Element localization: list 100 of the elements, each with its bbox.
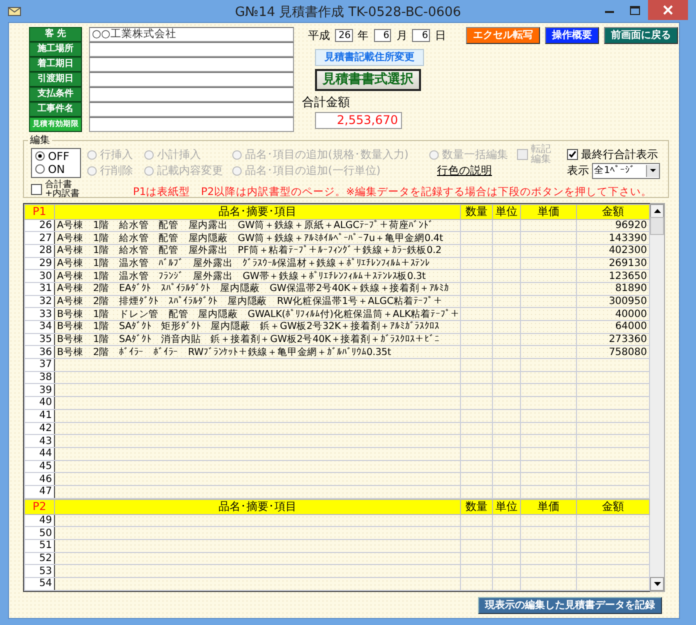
row-number: 34 bbox=[24, 320, 54, 334]
group-title: 編集 bbox=[28, 132, 52, 146]
notice-text: P1は表紙型 P2以降は内訳書型のページ。※編集データを記録する場合は下段のボタンを押して下さい。 bbox=[133, 184, 652, 198]
row-number: 27 bbox=[24, 232, 54, 244]
column-header: 品名･摘要･項目 bbox=[54, 204, 460, 219]
save-record-button[interactable]: 現表示の編集した見積書データを記録 bbox=[478, 596, 662, 614]
input-field[interactable] bbox=[89, 42, 294, 56]
column-header: 単位 bbox=[492, 204, 520, 219]
radio-label: 品名･項目の追加(規格･数量入力) bbox=[245, 147, 409, 162]
radio-label: 行削除 bbox=[100, 163, 133, 178]
row-number: 29 bbox=[24, 257, 54, 270]
row-number: 39 bbox=[24, 384, 54, 397]
table-cell: 143390 bbox=[576, 232, 650, 244]
row-number: 33 bbox=[24, 308, 54, 320]
column-header: 品名･摘要･項目 bbox=[54, 499, 460, 514]
row-number: 51 bbox=[24, 540, 54, 552]
column-header: 金額 bbox=[576, 499, 650, 514]
page-select[interactable]: 全1ﾍﾟｰｼﾞ bbox=[592, 162, 660, 178]
table-cell: 402300 bbox=[576, 244, 650, 258]
close-icon bbox=[663, 5, 673, 15]
total-amount-field: 2,553,670 bbox=[315, 112, 402, 129]
day-field[interactable]: 6 bbox=[412, 29, 430, 42]
checkbox[interactable] bbox=[31, 184, 42, 195]
scrollbar-thumb[interactable] bbox=[650, 216, 664, 234]
row-number: 53 bbox=[24, 564, 54, 578]
field-label: 着工期日 bbox=[29, 57, 82, 72]
table-cell: A号棟 2階 排煙ﾀﾞｸﾄ ｽﾊﾟｲﾗﾙﾀﾞｸﾄ 屋内隠蔽 RW化粧保温帯1号＋ALGC粘着ﾃｰﾌﾟ＋ bbox=[54, 295, 460, 308]
table-cell: 40000 bbox=[576, 308, 650, 320]
row-number: 45 bbox=[24, 460, 54, 473]
table-cell: 64000 bbox=[576, 320, 650, 334]
table-cell: A号棟 2階 EAﾀﾞｸﾄ ｽﾊﾟｲﾗﾙﾀﾞｸﾄ 屋内隠蔽 GW保温帯2号40K＋鉄線＋接着剤＋ｱﾙﾐｶ bbox=[54, 282, 460, 296]
row-number: 52 bbox=[24, 552, 54, 565]
display-label: 表示 bbox=[567, 163, 589, 178]
table-cell: 123650 bbox=[576, 270, 650, 282]
page-label: P2 bbox=[24, 499, 54, 514]
table-cell: A号棟 1階 温水管 ﾌﾗﾝｼﾞ 屋外露出 GW帯＋鉄線＋ﾎﾟﾘｴﾁﾚﾝﾌｨﾙﾑ＋ｽﾃﾝﾚｽ板0.3t bbox=[54, 270, 460, 282]
row-number: 31 bbox=[24, 282, 54, 296]
field-label: 引渡期日 bbox=[29, 72, 82, 86]
close-button[interactable] bbox=[648, 0, 688, 20]
radio-label: 記載内容変更 bbox=[157, 163, 223, 178]
table-cell: 96920 bbox=[576, 219, 650, 232]
month-label: 月 bbox=[396, 28, 408, 43]
column-header: 単価 bbox=[520, 204, 576, 219]
format-select-button[interactable]: 見積書書式選択 bbox=[315, 69, 421, 91]
row-number: 35 bbox=[24, 333, 54, 346]
checkbox-label: 最終行合計表示 bbox=[581, 147, 658, 162]
column-header: 数量 bbox=[460, 204, 492, 219]
month-field[interactable]: 6 bbox=[374, 29, 392, 42]
maximize-icon bbox=[630, 6, 640, 14]
table-cell: A号棟 1階 温水管 ﾊﾞﾙﾌﾞ 屋外露出 ｸﾞﾗｽｳｰﾙ保温材＋鉄線＋ﾎﾟﾘｴﾁﾚﾝﾌｨﾙﾑ＋ｽﾃﾝﾚ bbox=[54, 257, 460, 270]
input-field[interactable] bbox=[89, 87, 294, 102]
radio-label: 数量一括編集 bbox=[442, 147, 508, 162]
field-label: 施工場所 bbox=[29, 42, 82, 56]
input-field[interactable] bbox=[89, 117, 294, 132]
envelope-icon bbox=[8, 6, 21, 16]
row-number: 32 bbox=[24, 295, 54, 308]
input-field[interactable] bbox=[89, 102, 294, 116]
input-field[interactable] bbox=[89, 72, 294, 86]
input-field[interactable] bbox=[89, 57, 294, 72]
checkbox-label: 合計書+内訳書 bbox=[45, 180, 81, 198]
row-number: 30 bbox=[24, 270, 54, 282]
page-label: P1 bbox=[24, 204, 54, 219]
color-legend-link[interactable]: 行色の説明 bbox=[437, 163, 517, 178]
column-header: 数量 bbox=[460, 499, 492, 514]
row-number: 50 bbox=[24, 526, 54, 540]
table-cell: A号棟 1階 給水管 配管 屋外露出 PF筒＋粘着ﾃｰﾌﾟ＋ﾙｰﾌｨﾝｸﾞ＋鉄線＋ｶﾗｰ鉄板0.2 bbox=[54, 244, 460, 258]
table-cell: A号棟 1階 給水管 配管 屋内隠蔽 GW筒＋鉄線＋ｱﾙﾐﾎｲﾙﾍﾟｰﾊﾟｰ7u＋亀甲金網0.4t bbox=[54, 232, 460, 244]
table-cell: B号棟 1階 SAﾀﾞｸﾄ 消音内貼 鋲＋接着剤＋GW板2号40K＋接着剤＋ｶﾞﾗｽｸﾛｽ＋ﾋﾞﾆ bbox=[54, 333, 460, 346]
table-cell: B号棟 1階 SAﾀﾞｸﾄ 矩形ﾀﾞｸﾄ 屋内隠蔽 鋲＋GW板2号32K＋接着剤＋ｱﾙﾐｶﾞﾗｽｸﾛｽ bbox=[54, 320, 460, 334]
row-number: 44 bbox=[24, 447, 54, 460]
table-cell: 300950 bbox=[576, 295, 650, 308]
field-label: 客 先 bbox=[29, 27, 82, 42]
toolbar-button[interactable]: 操作概要 bbox=[545, 27, 600, 44]
radio-button[interactable] bbox=[35, 164, 45, 174]
table-cell: 269130 bbox=[576, 257, 650, 270]
scrollbar[interactable] bbox=[650, 202, 665, 592]
scroll-down-icon[interactable] bbox=[654, 582, 660, 586]
table-cell: B号棟 1階 ドレン管 配管 屋内隠蔽 GWALK(ﾎﾟﾘﾌｨﾙﾑ付)化粧保温筒＋ALK粘着ﾃｰﾌﾟ＋ bbox=[54, 308, 460, 320]
input-field[interactable]: ○○工業株式会社 bbox=[89, 27, 294, 42]
column-header: 単価 bbox=[520, 499, 576, 514]
column-header: 単位 bbox=[492, 499, 520, 514]
radio-label: 小計挿入 bbox=[157, 147, 201, 162]
row-number: 26 bbox=[24, 219, 54, 232]
field-label: 工事件名 bbox=[29, 102, 82, 116]
year-field[interactable]: 26 bbox=[335, 29, 353, 42]
era-label: 平成 bbox=[308, 28, 330, 43]
toolbar-button[interactable]: 前画面に戻る bbox=[604, 27, 678, 44]
address-change-button[interactable]: 見積書記載住所変更 bbox=[315, 49, 424, 66]
checkbox[interactable] bbox=[567, 149, 578, 160]
radio-label: 行挿入 bbox=[100, 147, 133, 162]
row-number: 54 bbox=[24, 578, 54, 590]
year-label: 年 bbox=[358, 28, 369, 43]
scroll-up-icon[interactable] bbox=[654, 208, 660, 212]
day-label: 日 bbox=[435, 28, 446, 43]
row-number: 47 bbox=[24, 485, 54, 498]
radio-label: ON bbox=[48, 162, 65, 176]
checkbox-label: 転記編集 bbox=[531, 144, 551, 164]
table-cell: B号棟 2階 ﾎﾞｲﾗｰ ﾎﾞｲﾗｰ RWﾌﾞﾗﾝｹｯﾄ＋鉄線＋亀甲金網＋ｶﾞﾙﾊﾞﾘｳﾑ0.35t bbox=[54, 346, 460, 359]
radio-button[interactable] bbox=[35, 151, 45, 161]
column-header: 金額 bbox=[576, 204, 650, 219]
